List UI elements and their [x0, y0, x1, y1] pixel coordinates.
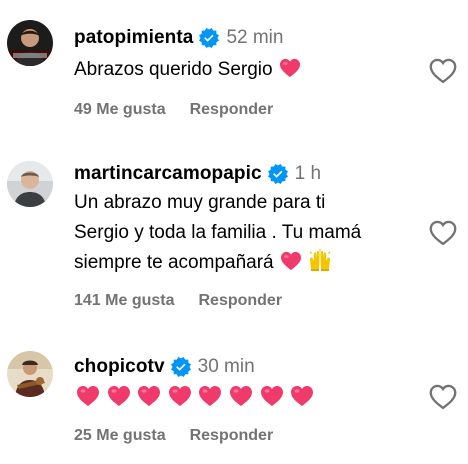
pink-heart-emoji-icon	[279, 58, 301, 78]
username[interactable]: patopimienta	[74, 27, 193, 49]
avatar[interactable]	[7, 20, 53, 66]
pink-heart-emoji-icon	[107, 385, 131, 407]
timestamp[interactable]: 30 min	[198, 356, 255, 378]
like-count[interactable]: 141 Me gusta	[74, 292, 174, 310]
verified-badge-icon	[171, 357, 191, 377]
pink-heart-emoji-icon	[76, 385, 100, 407]
pink-heart-emoji-icon	[229, 385, 253, 407]
avatar[interactable]	[7, 351, 53, 397]
heart-outline-icon[interactable]	[429, 58, 457, 84]
reply-button[interactable]: Responder	[190, 427, 274, 445]
comment-text	[76, 385, 321, 407]
pink-heart-emoji-icon	[290, 385, 314, 407]
raising-hands-emoji-icon	[308, 249, 332, 271]
reply-button[interactable]: Responder	[190, 101, 274, 119]
username[interactable]: martincarcamopapic	[74, 163, 262, 185]
heart-outline-icon[interactable]	[429, 220, 457, 246]
reply-button[interactable]: Responder	[198, 292, 282, 310]
username[interactable]: chopicotv	[74, 356, 165, 378]
pink-heart-emoji-icon	[168, 385, 192, 407]
like-count[interactable]: 25 Me gusta	[74, 427, 166, 445]
avatar[interactable]	[7, 161, 53, 207]
pink-heart-emoji-icon	[280, 251, 302, 271]
comment-text: Un abrazo muy grande para ti Sergio y to…	[74, 192, 362, 273]
verified-badge-icon	[199, 28, 219, 48]
timestamp[interactable]: 52 min	[226, 27, 283, 49]
heart-outline-icon[interactable]	[429, 384, 457, 410]
verified-badge-icon	[268, 164, 288, 184]
like-count[interactable]: 49 Me gusta	[74, 101, 166, 119]
pink-heart-emoji-icon	[137, 385, 161, 407]
pink-heart-emoji-icon	[198, 385, 222, 407]
timestamp[interactable]: 1 h	[295, 163, 321, 185]
comment-text: Abrazos querido Sergio	[74, 55, 424, 85]
pink-heart-emoji-icon	[260, 385, 284, 407]
